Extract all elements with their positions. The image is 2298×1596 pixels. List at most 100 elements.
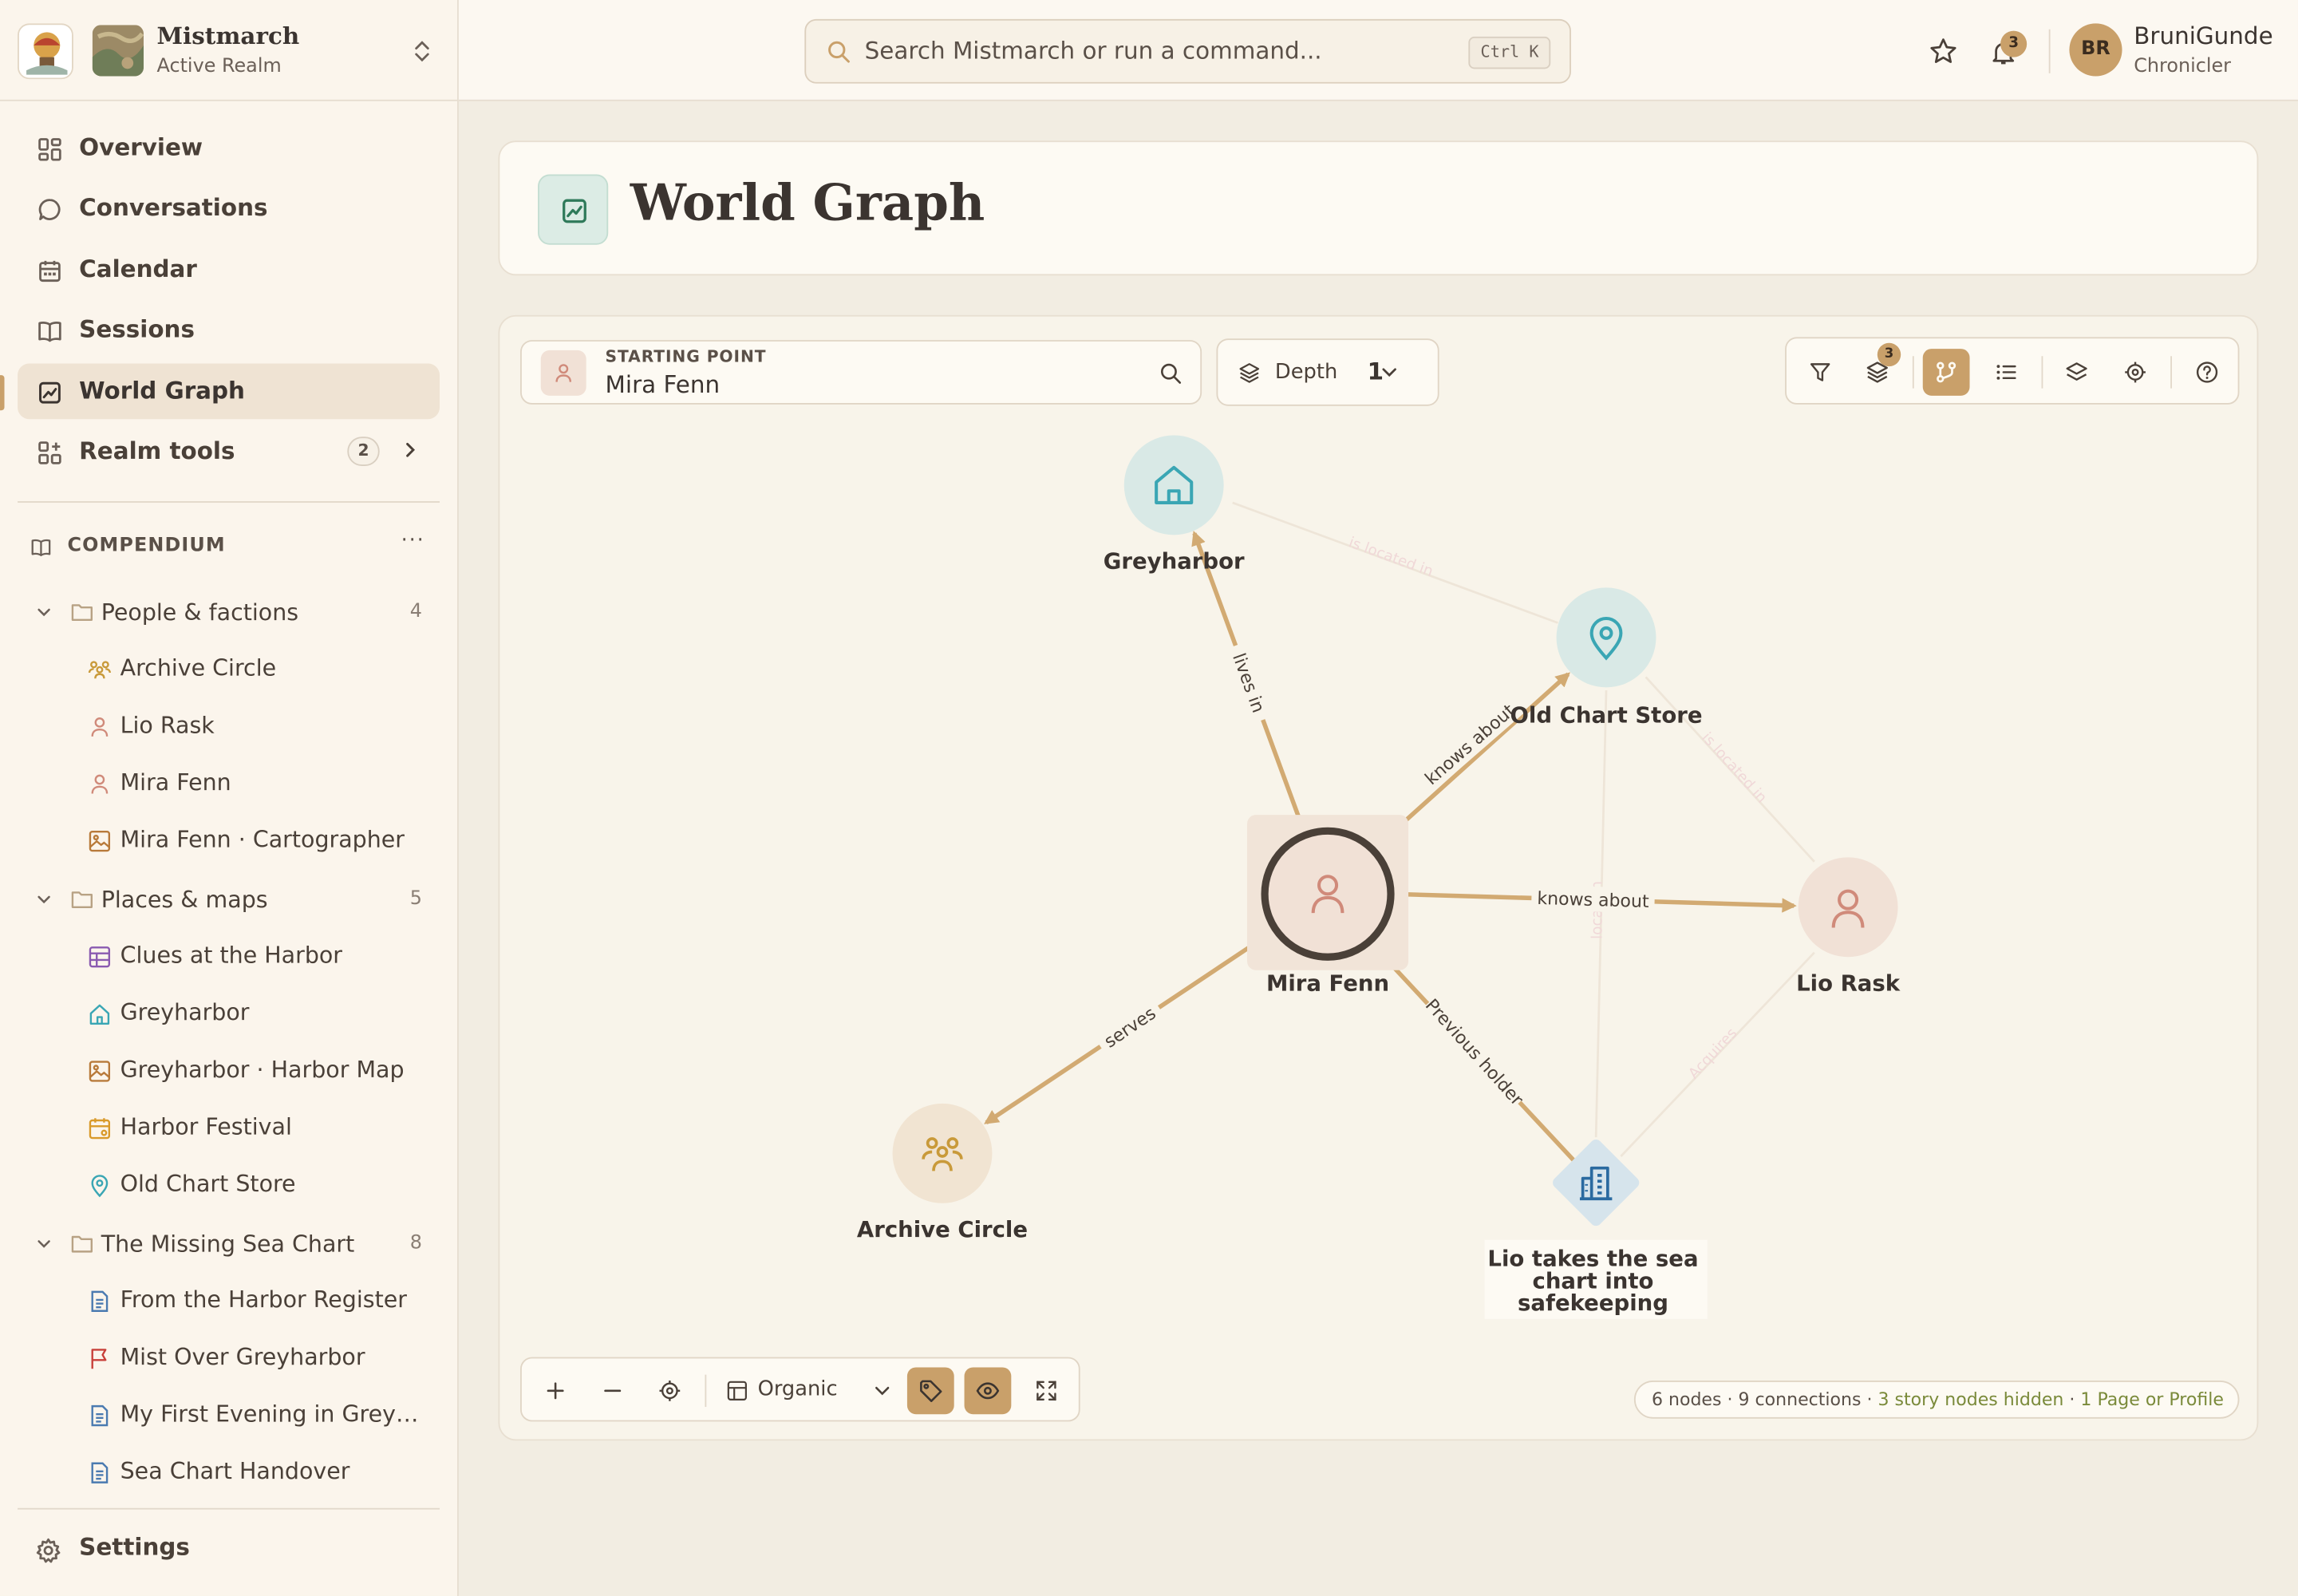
compendium-item[interactable]: Mira Fenn · Cartographer [88,820,440,861]
table-icon [89,946,111,968]
visibility-toggle[interactable] [964,1367,1012,1415]
fullscreen-button[interactable] [1023,1367,1070,1414]
stat-hidden[interactable]: 3 story nodes hidden [1878,1389,2064,1410]
page-header: World Graph [498,140,2259,276]
person-icon [91,774,109,794]
compendium-item-label: Archive Circle [120,654,277,681]
graph-node-event[interactable]: Lio takes the sea chart into safekeeping [1484,1137,1708,1319]
graph-controls: Organic [520,1357,1080,1422]
folder-icon [71,604,93,622]
edge-label: is located in [1346,534,1435,580]
compendium-item[interactable]: Clues at the Harbor [88,937,440,978]
compendium-item-label: Sea Chart Handover [120,1458,350,1485]
avatar[interactable]: BR [2069,23,2122,77]
calendar-icon [89,1118,111,1140]
compendium-item[interactable]: Old Chart Store [88,1165,440,1206]
calendar-icon [39,260,61,282]
nav-sessions[interactable]: Sessions [18,302,440,358]
apps-icon [38,441,61,464]
expand-icon [1036,1381,1056,1401]
compendium-item-label: Mist Over Greyharbor [120,1344,365,1371]
graph-node-lio-rask[interactable]: Lio Rask [1796,857,1901,996]
folder-icon [71,1235,93,1253]
settings-label: Settings [79,1532,190,1561]
sidebar-divider [18,1507,440,1510]
compendium-item[interactable]: Harbor Festival [88,1108,440,1148]
filter-button[interactable] [1797,349,1844,396]
depth-label: Depth [1274,360,1338,385]
branch-view-button[interactable] [1922,349,1970,396]
folder-people-factions[interactable]: People & factions 4 [30,592,437,633]
node-label: Old Chart Store [1510,702,1703,728]
depth-select[interactable]: Depth 1 [1216,338,1439,406]
command-search[interactable]: Search Mistmarch or run a command... Ctr… [804,18,1571,84]
more-icon[interactable]: ··· [401,529,425,552]
stack-button[interactable] [2053,349,2100,396]
compendium-item-label: Greyharbor [120,999,250,1026]
compendium-item[interactable]: My First Evening in Grey… [88,1395,440,1436]
help-button[interactable] [2184,349,2231,396]
nav-settings[interactable]: Settings [18,1524,440,1574]
starting-point-value: Mira Fenn [605,370,721,399]
compendium-item[interactable]: Lio Rask [88,706,440,747]
starting-point-picker[interactable]: STARTING POINT Mira Fenn [520,340,1202,405]
layout-select[interactable]: Organic [727,1367,898,1414]
zoom-in-button[interactable] [532,1367,579,1414]
nav-calendar[interactable]: Calendar [18,242,440,298]
recenter-button[interactable] [646,1367,693,1414]
zoom-out-button[interactable] [589,1367,636,1414]
edge-label: knows about [1537,889,1649,912]
shortcut-hint: Ctrl K [1468,36,1551,69]
toolbar-divider [2048,29,2051,73]
list-view-button[interactable] [1983,349,2030,396]
chevron-down-icon [38,895,50,904]
folder-missing-sea-chart[interactable]: The Missing Sea Chart 8 [30,1223,437,1264]
focus-button[interactable] [2112,349,2159,396]
branch-icon [1937,361,1956,383]
compendium-item[interactable]: Mist Over Greyharbor [88,1338,440,1379]
graph-node-old-chart-store[interactable]: Old Chart Store [1510,587,1703,728]
compendium-item[interactable]: Sea Chart Handover [88,1452,440,1493]
nav-conversations[interactable]: Conversations [18,180,440,236]
chevron-down-icon [38,608,50,617]
image-icon [89,831,111,852]
graph-canvas[interactable]: is located in is located in location Acq… [499,317,2258,1441]
stat-pages[interactable]: 1 Page or Profile [2080,1389,2223,1410]
labels-toggle[interactable] [906,1367,954,1415]
doc-icon [91,1404,109,1427]
compendium-item[interactable]: Archive Circle [88,650,440,690]
page-title: World Graph [630,174,985,234]
toolbar-divider [1912,356,1914,389]
help-icon [2196,361,2218,383]
folder-places-maps[interactable]: Places & maps 5 [30,879,437,920]
node-label: Greyharbor [1104,549,1245,575]
search-icon[interactable] [1159,362,1183,385]
realm-switcher[interactable]: Mistmarch Active Realm [0,0,458,101]
list-icon [1996,365,2016,380]
compendium-item[interactable]: Greyharbor · Harbor Map [88,1051,440,1092]
faded-edge-labels: is located in is located in location Acq… [1346,534,1770,1082]
compendium-item-label: Mira Fenn [120,769,231,796]
gear-icon [36,1538,61,1563]
folder-label: People & factions [101,599,299,626]
compendium-item[interactable]: Mira Fenn [88,764,440,804]
star-icon[interactable] [1929,37,1958,66]
compendium-item[interactable]: From the Harbor Register [88,1281,440,1321]
nav-world-graph[interactable]: World Graph [18,363,440,420]
target-icon [2125,361,2146,383]
toolbar-divider [2041,356,2043,389]
filter-badge: 3 [1877,342,1901,367]
graph-node-mira-fenn[interactable]: Mira Fenn [1247,815,1409,996]
chevron-down-icon [1382,368,1396,377]
realm-name: Mistmarch [156,22,300,50]
user-name[interactable]: BruniGunde [2134,22,2272,50]
home-icon [89,1004,110,1025]
pin-icon [91,1175,109,1198]
grid-icon [38,138,61,161]
graph-node-greyharbor[interactable]: Greyharbor [1104,435,1245,575]
compendium-item-label: My First Evening in Grey… [120,1400,419,1428]
compendium-item[interactable]: Greyharbor [88,994,440,1034]
nav-overview[interactable]: Overview [18,120,440,176]
graph-node-archive-circle[interactable]: Archive Circle [857,1103,1028,1242]
nav-realm-tools[interactable]: Realm tools 2 [18,424,440,480]
